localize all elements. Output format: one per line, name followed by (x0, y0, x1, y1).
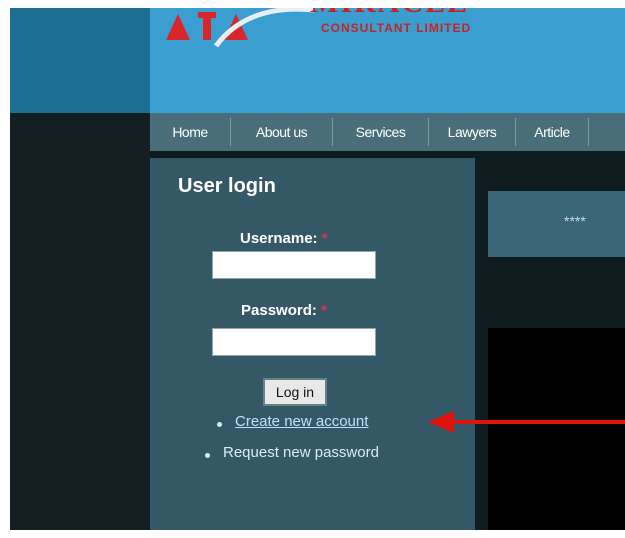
page-frame: MIRACLE CONSULTANT LIMITED Home About us… (10, 8, 625, 530)
nav-divider (588, 118, 589, 146)
header-left-band (10, 8, 150, 113)
left-dark-column (10, 113, 150, 530)
nav-lawyers[interactable]: Lawyers (429, 113, 515, 151)
masked-text: **** (564, 213, 586, 229)
nav-about-us[interactable]: About us (231, 113, 332, 151)
logo-swoosh (213, 8, 315, 48)
content-box: **** (488, 191, 625, 257)
request-password-link[interactable]: Request new password (223, 444, 379, 461)
main-nav: Home About us Services Lawyers Article (150, 113, 625, 151)
password-input[interactable] (212, 328, 376, 356)
site-header: MIRACLE CONSULTANT LIMITED (150, 8, 625, 113)
username-label: Username: * (240, 230, 328, 247)
create-account-link[interactable]: Create new account (235, 413, 368, 430)
nav-services[interactable]: Services (333, 113, 428, 151)
brand-name: MIRACLE (310, 8, 469, 20)
nav-home[interactable]: Home (150, 113, 230, 151)
brand-subtitle: CONSULTANT LIMITED (321, 21, 472, 35)
login-button[interactable]: Log in (263, 378, 327, 406)
password-label: Password: * (241, 302, 327, 319)
password-label-text: Password: (241, 302, 317, 319)
user-login-block: User login Username: * Password: * Log i… (150, 158, 475, 530)
login-title: User login (178, 175, 276, 197)
nav-article[interactable]: Article (516, 113, 588, 151)
required-marker: * (321, 230, 328, 247)
required-marker: * (321, 302, 327, 319)
username-label-text: Username: (240, 230, 318, 247)
list-bullet (205, 453, 210, 458)
username-input[interactable] (212, 251, 376, 279)
list-bullet (217, 422, 222, 427)
red-arrow-annotation (428, 411, 625, 433)
